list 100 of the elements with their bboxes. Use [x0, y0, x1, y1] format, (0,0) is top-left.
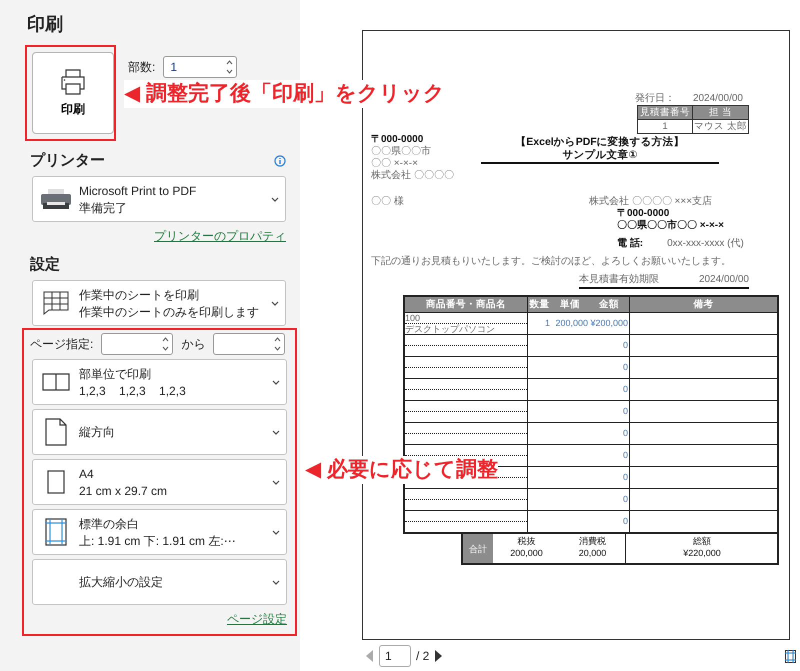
table-cell	[527, 422, 551, 444]
margins-icon	[45, 518, 67, 546]
option-detail: 21 cm x 29.7 cm	[79, 484, 168, 498]
settings-dropdown[interactable]: A4 21 cm x 29.7 cm	[32, 459, 287, 505]
chevron-down-icon	[272, 480, 280, 484]
section-heading: プリンター	[30, 151, 105, 170]
table-cell	[527, 378, 551, 400]
table-cell	[527, 356, 551, 378]
table-cell: 1	[638, 119, 692, 133]
chevron-down-icon	[272, 530, 280, 534]
issue-date-label: 発行日：	[634, 93, 675, 105]
section-heading: 設定	[30, 255, 60, 274]
table-cell: 0	[589, 400, 629, 422]
copies-label: 部数:	[128, 58, 156, 76]
page-number-field[interactable]: 1	[379, 645, 411, 667]
chevron-down-icon	[272, 580, 280, 584]
page-from-field[interactable]	[101, 333, 174, 355]
recipient-address-line: 〇〇 ×-×-×	[371, 158, 419, 170]
recipient-address-line: 〇〇県〇〇市	[371, 146, 432, 158]
copies-field[interactable]: 1	[163, 56, 238, 78]
table-cell: 0	[589, 334, 629, 356]
column-header: 単価	[551, 297, 589, 312]
printer-properties-link[interactable]: プリンターのプロパティ	[154, 228, 286, 245]
table-cell: 0	[589, 378, 629, 400]
recipient-address-line: 株式会社 〇〇〇〇	[371, 170, 455, 182]
printer-device-icon	[40, 188, 72, 210]
addressee: 〇〇 様	[371, 196, 404, 209]
print-button[interactable]: 印刷	[32, 52, 114, 134]
table-icon	[43, 291, 69, 315]
table-header: 見積書番号	[638, 106, 692, 119]
option-detail: 1,2,3 1,2,3 1,2,3	[79, 384, 187, 398]
printer-status: 準備完了	[79, 200, 128, 214]
paper-icon	[47, 470, 65, 494]
printer-name: Microsoft Print to PDF	[79, 184, 198, 198]
table-cell: 0	[589, 422, 629, 444]
next-page-icon[interactable]	[434, 650, 442, 662]
table-cell: 0	[589, 466, 629, 488]
chevron-down-icon	[272, 430, 280, 434]
printer-dropdown[interactable]: Microsoft Print to PDF 準備完了	[32, 176, 286, 222]
settings-dropdown[interactable]: 縦方向	[32, 409, 287, 455]
sender-address-line: 〒000-0000	[616, 208, 670, 219]
spin-arrows-icon[interactable]	[226, 59, 234, 75]
option-title: 作業中のシートを印刷	[79, 288, 200, 302]
table-cell: 0	[589, 444, 629, 466]
annotation-text: ◀ 必要に応じて調整	[305, 456, 498, 484]
two-pages-icon	[42, 373, 70, 391]
page-range-to-label: から	[181, 336, 206, 352]
settings-dropdown[interactable]: 部単位で印刷 1,2,3 1,2,3 1,2,3	[32, 359, 287, 405]
column-header: 金額	[589, 297, 629, 312]
table-cell: 0	[589, 488, 629, 510]
page-to-field[interactable]	[213, 333, 286, 355]
table-cell: 総額 ¥220,000	[625, 534, 777, 563]
option-title: 拡大縮小の設定	[79, 575, 164, 589]
table-cell-text: 税抜 200,000	[509, 535, 544, 560]
table-cell: 0	[589, 356, 629, 378]
table-cell: 100 デスクトップパソコン	[405, 312, 527, 334]
settings-dropdown[interactable]: 拡大縮小の設定	[32, 559, 287, 605]
spin-arrows-icon[interactable]	[162, 336, 170, 352]
settings-dropdown[interactable]: 標準の余白 上: 1.91 cm 下: 1.91 cm 左:⋯	[32, 509, 287, 555]
table-header: 担 当	[692, 106, 748, 119]
page-title: 印刷	[27, 13, 64, 36]
sender-address-line: 株式会社 〇〇〇〇 ×××支店	[589, 196, 714, 208]
table-cell-text: 消費税 20,000	[578, 535, 608, 560]
printer-icon	[59, 68, 87, 94]
settings-dropdown[interactable]: 作業中のシートを印刷 作業中のシートのみを印刷します	[32, 280, 286, 326]
table-cell	[527, 334, 551, 356]
table-cell: 0	[589, 510, 629, 532]
column-header: 商品番号・商品名	[405, 297, 527, 312]
page-range-label: ページ指定:	[30, 336, 94, 352]
chevron-down-icon	[271, 300, 279, 306]
table-cell: ¥200,000	[589, 312, 629, 334]
option-title: 部単位で印刷	[79, 366, 152, 380]
document-title: 【ExcelからPDFに変換する方法】 サンプル文章①	[481, 134, 719, 164]
table-cell	[527, 400, 551, 422]
phone-number: 0xx-xxx-xxxx (代)	[667, 238, 744, 250]
page-icon	[45, 418, 67, 446]
issue-date: 2024/00/00	[692, 93, 743, 105]
total-label: 合計	[463, 534, 493, 563]
page-count: / 2	[416, 649, 430, 663]
phone-label: 電 話:	[617, 238, 644, 250]
table-cell: 200,000	[551, 312, 589, 334]
option-title: 縦方向	[79, 425, 116, 439]
spin-arrows-icon[interactable]	[274, 336, 282, 352]
column-header: 備考	[629, 297, 777, 312]
page-setup-link[interactable]: ページ設定	[227, 611, 287, 628]
chevron-down-icon	[271, 196, 279, 202]
table-cell	[527, 444, 551, 466]
option-title: A4	[79, 466, 95, 480]
column-header: 数量	[527, 297, 551, 312]
validity-line: 本見積書有効期限 2024/00/00	[579, 274, 749, 289]
sender-address-line: 〇〇県〇〇市〇〇 ×-×-×	[616, 220, 725, 232]
info-icon[interactable]	[274, 154, 286, 166]
table-cell: マウス 太郎	[692, 119, 748, 133]
option-detail: 上: 1.91 cm 下: 1.91 cm 左:⋯	[79, 534, 237, 548]
table-cell: 1	[527, 312, 551, 334]
option-detail: 作業中のシートのみを印刷します	[79, 304, 260, 318]
show-margins-icon[interactable]	[785, 650, 796, 663]
option-title: 標準の余白	[79, 516, 140, 530]
recipient-address-line: 〒000-0000	[371, 134, 424, 146]
message-text: 下記の通りお見積もりいたします。ご検討のほど、よろしくお願いいたします。	[371, 256, 732, 268]
